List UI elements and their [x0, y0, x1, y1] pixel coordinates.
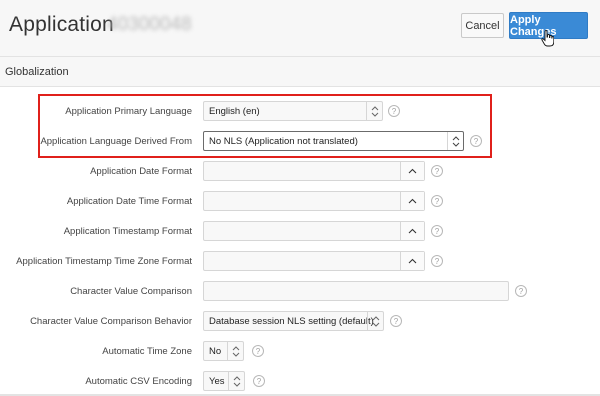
page-header: Application 40300048 Cancel Apply Change… — [0, 0, 600, 57]
automatic-time-zone-label: Automatic Time Zone — [102, 346, 192, 357]
timestamp-format-label: Application Timestamp Format — [63, 226, 192, 237]
automatic-time-zone-select[interactable]: No — [203, 341, 244, 361]
page-title: Application — [9, 13, 114, 36]
char-value-comparison-behavior-select[interactable]: Database session NLS setting (default) — [203, 311, 384, 331]
help-icon[interactable]: ? — [431, 225, 443, 237]
region-title: Globalization — [5, 66, 69, 78]
char-value-comparison-behavior-value: Database session NLS setting (default) — [209, 315, 374, 327]
help-icon[interactable]: ? — [470, 135, 482, 147]
updown-arrows-icon — [227, 342, 243, 360]
chevron-up-icon[interactable] — [400, 162, 424, 180]
primary-language-value: English (en) — [209, 105, 260, 117]
chevron-up-icon[interactable] — [400, 222, 424, 240]
updown-arrows-icon — [228, 372, 244, 390]
automatic-csv-encoding-label: Automatic CSV Encoding — [85, 376, 192, 387]
primary-language-label: Application Primary Language — [65, 106, 192, 117]
language-derived-value: No NLS (Application not translated) — [209, 135, 358, 147]
automatic-csv-encoding-select[interactable]: Yes — [203, 371, 245, 391]
cancel-button[interactable]: Cancel — [461, 13, 504, 38]
hand-cursor-icon — [541, 30, 554, 47]
char-value-comparison-behavior-label: Character Value Comparison Behavior — [30, 316, 192, 327]
globalization-region-header: Globalization — [0, 57, 600, 87]
automatic-csv-encoding-value: Yes — [209, 375, 225, 387]
application-id: 40300048 — [107, 14, 192, 35]
primary-language-select[interactable]: English (en) — [203, 101, 383, 121]
help-icon[interactable]: ? — [390, 315, 402, 327]
help-icon[interactable]: ? — [252, 345, 264, 357]
updown-arrows-icon — [367, 312, 383, 330]
language-derived-label: Application Language Derived From — [40, 136, 192, 147]
help-icon[interactable]: ? — [431, 255, 443, 267]
help-icon[interactable]: ? — [388, 105, 400, 117]
chevron-up-icon[interactable] — [400, 252, 424, 270]
help-icon[interactable]: ? — [431, 195, 443, 207]
automatic-time-zone-value: No — [209, 345, 222, 357]
date-format-input[interactable] — [203, 161, 425, 181]
timestamp-tz-format-label: Application Timestamp Time Zone Format — [16, 256, 192, 267]
language-derived-select[interactable]: No NLS (Application not translated) — [203, 131, 464, 151]
date-time-format-input[interactable] — [203, 191, 425, 211]
help-icon[interactable]: ? — [253, 375, 265, 387]
updown-arrows-icon — [366, 102, 382, 120]
char-value-comparison-label: Character Value Comparison — [70, 286, 192, 297]
date-time-format-label: Application Date Time Format — [66, 196, 192, 207]
date-format-label: Application Date Format — [90, 166, 192, 177]
timestamp-format-input[interactable] — [203, 221, 425, 241]
help-icon[interactable]: ? — [515, 285, 527, 297]
chevron-up-icon[interactable] — [400, 192, 424, 210]
timestamp-tz-format-input[interactable] — [203, 251, 425, 271]
updown-arrows-icon — [447, 132, 463, 150]
char-value-comparison-input[interactable] — [203, 281, 509, 301]
help-icon[interactable]: ? — [431, 165, 443, 177]
